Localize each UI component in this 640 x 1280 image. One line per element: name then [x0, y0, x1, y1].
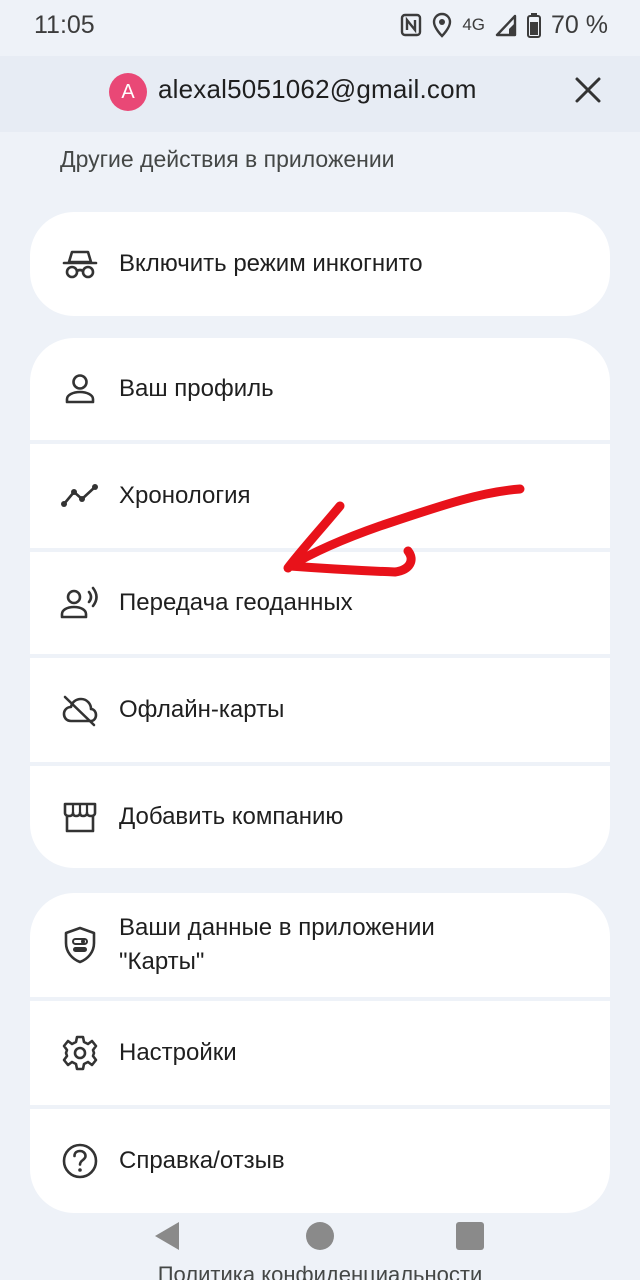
menu-item-offline-maps[interactable]: Офлайн-карты — [30, 658, 610, 762]
menu-group-settings: Ваши данные в приложении "Карты" Настрой… — [30, 893, 610, 1213]
section-title: Другие действия в приложении — [60, 146, 395, 172]
gear-icon — [60, 1033, 100, 1073]
timeline-icon — [60, 476, 100, 516]
menu-item-label: Офлайн-карты — [119, 696, 285, 723]
menu-group-incognito: Включить режим инкогнито — [30, 212, 610, 316]
status-time: 11:05 — [34, 10, 95, 39]
back-icon[interactable] — [153, 1220, 181, 1257]
menu-item-label: Справка/отзыв — [119, 1147, 285, 1174]
home-icon[interactable] — [306, 1222, 334, 1250]
avatar[interactable]: A — [109, 73, 147, 111]
signal-icon — [495, 13, 517, 37]
recent-apps-icon[interactable] — [456, 1222, 484, 1250]
battery-icon — [527, 12, 542, 38]
privacy-policy-link[interactable]: Политика конфиденциальности — [0, 1262, 640, 1280]
storefront-icon — [60, 797, 100, 837]
incognito-icon — [60, 244, 100, 284]
account-email[interactable]: alexal5051062@gmail.com — [158, 74, 477, 105]
status-bar: 11:05 4G 70 % — [0, 0, 640, 50]
menu-item-add-business[interactable]: Добавить компанию — [30, 766, 610, 868]
nfc-icon — [400, 13, 422, 37]
menu-item-help[interactable]: Справка/отзыв — [30, 1109, 610, 1213]
menu-item-incognito[interactable]: Включить режим инкогнито — [30, 212, 610, 316]
menu-item-your-data[interactable]: Ваши данные в приложении "Карты" — [30, 893, 610, 997]
location-sharing-icon — [60, 583, 100, 623]
privacy-shield-icon — [60, 925, 100, 965]
menu-item-label: Настройки — [119, 1039, 237, 1066]
help-icon — [60, 1141, 100, 1181]
menu-item-label: Включить режим инкогнито — [119, 250, 423, 277]
network-type: 4G — [462, 15, 486, 34]
status-icons: 4G 70 % — [400, 11, 608, 40]
menu-item-label: Ваши данные в приложении "Карты" — [119, 914, 435, 975]
menu-item-location-sharing[interactable]: Передача геоданных — [30, 552, 610, 654]
offline-cloud-icon — [60, 690, 100, 730]
menu-item-settings[interactable]: Настройки — [30, 1001, 610, 1105]
menu-item-profile[interactable]: Ваш профиль — [30, 338, 610, 440]
menu-item-label: Добавить компанию — [119, 803, 344, 830]
account-header: A alexal5051062@gmail.com — [0, 56, 640, 132]
location-icon — [432, 12, 452, 38]
close-icon — [575, 77, 601, 103]
menu-item-label: Ваш профиль — [119, 375, 274, 402]
battery-level: 70 % — [551, 10, 608, 39]
menu-item-label: Передача геоданных — [119, 589, 353, 616]
menu-item-timeline[interactable]: Хронология — [30, 444, 610, 548]
person-icon — [60, 369, 100, 409]
menu-group-main: Ваш профиль Хронология Передача геоданны… — [30, 338, 610, 868]
menu-item-label: Хронология — [119, 482, 251, 509]
close-button[interactable] — [568, 70, 608, 110]
